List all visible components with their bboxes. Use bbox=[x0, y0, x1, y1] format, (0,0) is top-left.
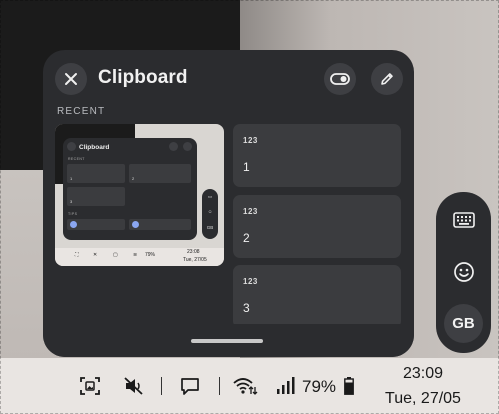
toggle-icon bbox=[330, 73, 350, 85]
edit-button[interactable] bbox=[371, 63, 403, 95]
clock-date[interactable]: Tue, 27/05 bbox=[376, 390, 470, 408]
clock-time[interactable]: 23:09 bbox=[380, 365, 466, 383]
thumb-title: Clipboard bbox=[79, 144, 110, 151]
keyboard-icon bbox=[452, 211, 475, 228]
battery-status[interactable] bbox=[343, 376, 355, 396]
number-type-label: 123 bbox=[243, 136, 258, 145]
battery-icon bbox=[344, 377, 354, 395]
thumb-toggle-icon bbox=[169, 142, 178, 151]
thumb-tip-chip bbox=[67, 219, 125, 230]
clip-value: 2 bbox=[243, 231, 250, 245]
thumb-input-panel: ▭ ☺ GB bbox=[202, 189, 218, 239]
clipboard-item[interactable]: 123 3 bbox=[233, 265, 401, 328]
keyboard-button[interactable] bbox=[444, 200, 483, 239]
thumb-card: 2 bbox=[129, 164, 191, 183]
clipboard-item[interactable]: 123 1 bbox=[233, 124, 401, 187]
clipboard-panel: Clipboard RECENT Clipboard RECENT 1 2 3 … bbox=[43, 50, 414, 357]
keyboard-layout-button[interactable]: GB bbox=[444, 304, 483, 343]
thumb-tips-label: TIPS bbox=[68, 212, 78, 216]
close-icon bbox=[65, 73, 77, 85]
clip-value: 1 bbox=[243, 160, 250, 174]
taskbar-divider bbox=[161, 377, 162, 395]
panel-title: Clipboard bbox=[98, 67, 188, 88]
close-button[interactable] bbox=[55, 63, 87, 95]
thumb-taskbar: ⛶ ✕ ▢ ≋ 79% 23:08 Tue, 27/05 bbox=[55, 248, 224, 266]
emoji-icon bbox=[453, 261, 474, 282]
clipboard-item[interactable]: 123 2 bbox=[233, 195, 401, 258]
input-panel: GB bbox=[436, 192, 491, 353]
clipboard-screenshot-item[interactable]: Clipboard RECENT 1 2 3 TIPS ▭ ☺ GB ⛶ ✕ ▢… bbox=[55, 124, 224, 266]
mute-button[interactable] bbox=[122, 375, 146, 397]
wifi-icon bbox=[233, 378, 258, 395]
number-type-label: 123 bbox=[243, 277, 258, 286]
thumb-card: 1 bbox=[67, 164, 125, 183]
cellular-signal-icon bbox=[277, 377, 295, 394]
wifi-status[interactable] bbox=[231, 375, 259, 397]
message-icon bbox=[181, 378, 199, 395]
taskbar: 79% 23:09 Tue, 27/05 bbox=[0, 358, 499, 414]
clip-value: 3 bbox=[243, 301, 250, 315]
thumb-card: 3 bbox=[67, 187, 125, 206]
muted-speaker-icon bbox=[124, 377, 143, 395]
notifications-button[interactable] bbox=[178, 375, 202, 397]
signal-status[interactable] bbox=[274, 375, 296, 397]
number-type-label: 123 bbox=[243, 207, 258, 216]
thumb-clipboard-panel: Clipboard RECENT 1 2 3 TIPS bbox=[63, 138, 197, 252]
screen-capture-icon bbox=[80, 377, 100, 395]
thumb-tip-chip bbox=[129, 219, 191, 230]
emoji-button[interactable] bbox=[444, 252, 483, 291]
clipboard-toggle-button[interactable] bbox=[324, 63, 356, 95]
section-label-recent: RECENT bbox=[57, 106, 106, 117]
scroll-handle[interactable] bbox=[191, 339, 263, 343]
taskbar-divider bbox=[219, 377, 220, 395]
pencil-icon bbox=[381, 73, 393, 85]
battery-percentage: 79% bbox=[302, 377, 337, 396]
thumb-pencil-icon bbox=[183, 142, 192, 151]
thumb-recent-label: RECENT bbox=[68, 157, 85, 161]
thumb-close-icon bbox=[67, 142, 76, 151]
screen-capture-button[interactable] bbox=[78, 375, 102, 397]
